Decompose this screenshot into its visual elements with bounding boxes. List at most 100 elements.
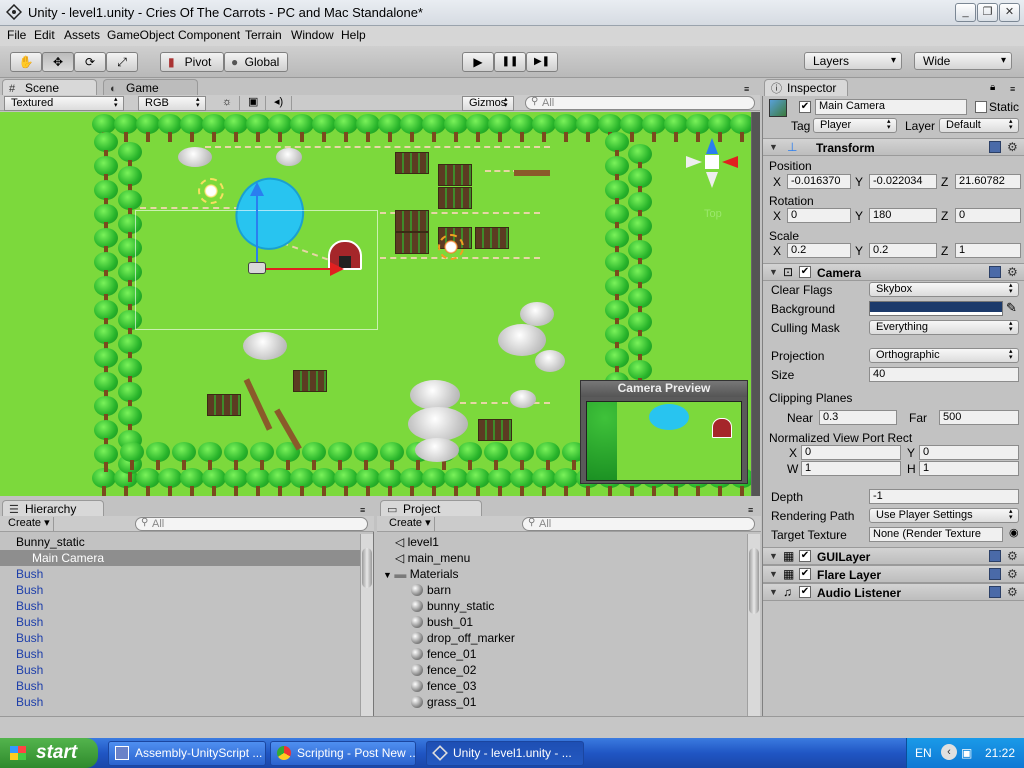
- help-book-icon[interactable]: [989, 266, 1001, 278]
- hierarchy-item[interactable]: Bush: [16, 566, 43, 582]
- fold-arrow-icon[interactable]: ▼: [769, 569, 778, 579]
- pos-z-field[interactable]: 21.60782: [955, 174, 1021, 189]
- near-field[interactable]: 0.3: [819, 410, 897, 425]
- light-sun-icon[interactable]: [438, 234, 464, 260]
- tab-game[interactable]: ◐ Game: [103, 79, 198, 96]
- light-sun-icon[interactable]: [198, 178, 224, 204]
- flare-layer-header[interactable]: ▼ ▦ ✔ Flare Layer ⚙: [763, 565, 1024, 583]
- vp-h-field[interactable]: 1: [919, 461, 1019, 476]
- language-indicator[interactable]: EN: [915, 746, 932, 760]
- scene-view[interactable]: Top Camera Preview: [0, 112, 752, 496]
- scale-tool-button[interactable]: ⤢: [106, 52, 138, 72]
- camera-gizmo-icon[interactable]: [248, 262, 266, 274]
- material-item[interactable]: fence_03: [411, 678, 476, 694]
- window-title-bar[interactable]: Unity - level1.unity - Cries Of The Carr…: [0, 0, 1024, 26]
- active-checkbox[interactable]: ✔: [799, 101, 811, 113]
- audio-listener-checkbox[interactable]: ✔: [799, 586, 811, 598]
- material-item[interactable]: bunny_static: [411, 598, 494, 614]
- move-gizmo-y-axis[interactable]: [256, 190, 258, 268]
- object-picker-icon[interactable]: ◉: [1009, 526, 1019, 539]
- transform-header[interactable]: ▼ ⊥ Transform ⚙: [763, 138, 1024, 156]
- scale-z-field[interactable]: 1: [955, 243, 1021, 258]
- clear-flags-dropdown[interactable]: Skybox: [869, 282, 1019, 297]
- material-item[interactable]: fence_01: [411, 646, 476, 662]
- layers-dropdown[interactable]: Layers: [804, 52, 902, 70]
- menu-gameobject[interactable]: GameObject: [107, 28, 174, 42]
- menu-file[interactable]: File: [7, 28, 26, 42]
- clock[interactable]: 21:22: [985, 746, 1015, 760]
- project-create-button[interactable]: Create ▾: [385, 517, 435, 531]
- material-item[interactable]: barn: [411, 582, 451, 598]
- hand-tool-button[interactable]: ✋: [10, 52, 42, 72]
- material-item[interactable]: fence_02: [411, 662, 476, 678]
- hierarchy-item[interactable]: Bush: [16, 630, 43, 646]
- fold-arrow-icon[interactable]: ▼: [769, 551, 778, 561]
- scene-audio-toggle[interactable]: ◂): [270, 96, 292, 110]
- gizmo-y-cone[interactable]: [706, 138, 718, 154]
- rotate-tool-button[interactable]: ⟳: [74, 52, 106, 72]
- gizmo-neg-x-cone[interactable]: [686, 156, 702, 168]
- menu-component[interactable]: Component: [178, 28, 240, 42]
- play-button[interactable]: ▶: [462, 52, 494, 72]
- static-checkbox[interactable]: [975, 101, 987, 113]
- background-color-field[interactable]: [869, 301, 1003, 316]
- scene-search-input[interactable]: All: [525, 96, 755, 110]
- guilayer-checkbox[interactable]: ✔: [799, 550, 811, 562]
- taskbar-task[interactable]: Scripting - Post New ...: [270, 741, 416, 766]
- scene-splitter[interactable]: [752, 112, 760, 496]
- hierarchy-item[interactable]: Bunny_static: [16, 534, 85, 550]
- hierarchy-create-button[interactable]: Create ▾: [4, 517, 54, 531]
- tag-dropdown[interactable]: Player: [813, 118, 897, 133]
- rendering-path-dropdown[interactable]: Use Player Settings: [869, 508, 1019, 523]
- hierarchy-item[interactable]: Bush: [16, 694, 43, 710]
- material-item[interactable]: grass_01: [411, 694, 476, 710]
- gizmo-x-cone[interactable]: [722, 156, 738, 168]
- object-name-field[interactable]: Main Camera: [815, 99, 967, 115]
- hierarchy-scrollbar[interactable]: [360, 534, 373, 716]
- pos-x-field[interactable]: -0.016370: [787, 174, 851, 189]
- size-field[interactable]: 40: [869, 367, 1019, 382]
- gizmos-dropdown[interactable]: Gizmos: [462, 96, 514, 111]
- layout-dropdown[interactable]: Wide: [914, 52, 1012, 70]
- project-scene-item[interactable]: ◁ level1: [395, 534, 439, 550]
- project-scene-item[interactable]: ◁ main_menu: [395, 550, 470, 566]
- camera-component-header[interactable]: ▼ ⊡ ✔ Camera ⚙: [763, 263, 1024, 281]
- help-book-icon[interactable]: [989, 586, 1001, 598]
- move-tool-button[interactable]: ✥: [42, 52, 74, 72]
- tab-hierarchy[interactable]: ☰ Hierarchy: [2, 500, 104, 517]
- vp-y-field[interactable]: 0: [919, 445, 1019, 460]
- fold-arrow-icon[interactable]: ▼: [383, 570, 394, 580]
- hierarchy-item[interactable]: Bush: [16, 614, 43, 630]
- close-button[interactable]: ✕: [999, 3, 1020, 22]
- color-mode-dropdown[interactable]: RGB: [138, 96, 206, 111]
- global-toggle[interactable]: ● Global: [224, 52, 288, 72]
- network-icon[interactable]: ▣: [961, 746, 972, 760]
- lock-icon[interactable]: 🔒︎: [990, 82, 995, 93]
- depth-field[interactable]: -1: [869, 489, 1019, 504]
- material-item[interactable]: bush_01: [411, 614, 473, 630]
- far-field[interactable]: 500: [939, 410, 1019, 425]
- project-scrollbar[interactable]: [747, 534, 760, 716]
- panel-menu-icon[interactable]: ≡: [360, 505, 365, 515]
- move-gizmo-x-axis[interactable]: [258, 268, 336, 270]
- gear-icon[interactable]: ⚙: [1007, 265, 1018, 279]
- gear-icon[interactable]: ⚙: [1007, 585, 1018, 599]
- gear-icon[interactable]: ⚙: [1007, 567, 1018, 581]
- audio-listener-header[interactable]: ▼ ♫ ✔ Audio Listener ⚙: [763, 583, 1024, 601]
- taskbar-task-active[interactable]: Unity - level1.unity - ...: [426, 741, 584, 766]
- hierarchy-scroll-thumb[interactable]: [362, 548, 372, 588]
- scene-orientation-gizmo[interactable]: Top: [686, 138, 748, 220]
- hierarchy-item-selected[interactable]: Main Camera: [32, 550, 104, 566]
- back-arrow-icon[interactable]: ‹: [941, 744, 957, 760]
- fold-arrow-icon[interactable]: ▼: [769, 267, 778, 277]
- menu-assets[interactable]: Assets: [64, 28, 100, 42]
- menu-window[interactable]: Window: [291, 28, 334, 42]
- hierarchy-item[interactable]: Bush: [16, 598, 43, 614]
- menu-help[interactable]: Help: [341, 28, 366, 42]
- project-scroll-thumb[interactable]: [749, 548, 759, 614]
- menu-edit[interactable]: Edit: [34, 28, 55, 42]
- vp-w-field[interactable]: 1: [801, 461, 901, 476]
- culling-mask-dropdown[interactable]: Everything: [869, 320, 1019, 335]
- move-gizmo-x-arrow[interactable]: [330, 262, 344, 276]
- fold-arrow-icon[interactable]: ▼: [769, 142, 778, 152]
